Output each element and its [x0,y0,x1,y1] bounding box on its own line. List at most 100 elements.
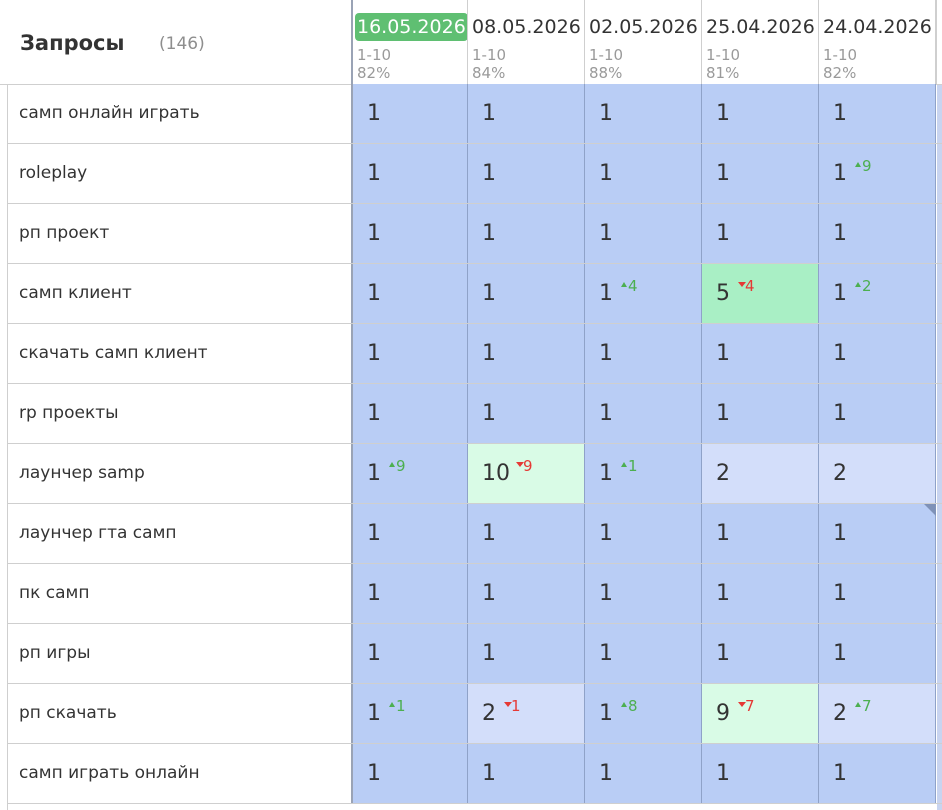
query-text[interactable]: самп клиент [19,264,132,323]
position-cell[interactable]: 1 [702,564,819,623]
query-text[interactable]: скачать самп клиент [19,324,208,383]
position-cell[interactable]: 1 [585,144,702,203]
date-label[interactable]: 24.04.2026 [821,13,934,41]
position-cell[interactable]: 11 [351,684,468,743]
position-cell[interactable]: 1 [351,744,468,803]
position-cell[interactable]: 1 [819,624,936,683]
position-cell[interactable]: 1 [468,744,585,803]
position-cell[interactable]: 1 [351,624,468,683]
position-cell[interactable]: 1 [351,324,468,383]
table-row[interactable]: пк самп 1 1 1 1 1 [8,564,942,624]
table-row[interactable]: самп клиент 1 1 1 4 5 4 1 2 [8,264,942,324]
table-row[interactable]: самп играть онлайн 1 1 1 1 1 [8,744,942,804]
date-label[interactable]: 25.04.2026 [704,13,817,41]
position-cell[interactable]: 19 [819,144,936,203]
query-text[interactable]: rp проекты [19,384,119,443]
position-cell[interactable]: 1 [819,744,936,803]
position-cell[interactable]: 1 [585,504,702,563]
position-cell[interactable]: 1 [351,264,468,323]
position-cell[interactable]: 1 [819,504,936,563]
table-row[interactable]: скачать самп клиент 1 1 1 1 1 [8,324,942,384]
query-text[interactable]: лаунчер samp [19,444,145,503]
position-cell[interactable]: 1 [351,504,468,563]
date-column-header[interactable]: 25.04.2026 1-10 81% [702,0,819,84]
position-cell[interactable]: 1 [819,84,936,143]
position-cell[interactable]: 1 [585,384,702,443]
position-cell[interactable]: 11 [585,444,702,503]
position-cell[interactable]: 2 [819,444,936,503]
position-delta: 1 [628,457,638,475]
table-row[interactable]: самп онлайн играть 1 1 1 1 1 [8,84,942,144]
position-cell[interactable]: 1 [585,624,702,683]
position-value: 1 [599,641,613,666]
position-cell[interactable]: 1 [702,144,819,203]
position-cell[interactable]: 97 [702,684,819,743]
query-text[interactable]: рп скачать [19,684,117,743]
position-cell[interactable]: 18 [585,684,702,743]
position-cell[interactable]: 1 [819,384,936,443]
position-cell[interactable]: 1 [585,84,702,143]
date-column-header[interactable]: 02.05.2026 1-10 88% [585,0,702,84]
position-cell[interactable]: 27 [819,684,936,743]
position-cell[interactable]: 1 [351,144,468,203]
position-cell[interactable]: 1 [351,84,468,143]
query-text[interactable]: самп онлайн играть [19,84,200,143]
table-row[interactable]: rp проекты 1 1 1 1 1 [8,384,942,444]
position-cell[interactable]: 12 [819,264,936,323]
date-column-header[interactable]: 24.04.2026 1-10 82% [819,0,936,84]
position-cell[interactable]: 1 [702,504,819,563]
date-label[interactable]: 16.05.2026 [355,13,467,41]
position-cell[interactable]: 1 [585,744,702,803]
position-cell[interactable]: 1 [351,564,468,623]
position-cell[interactable]: 1 [702,384,819,443]
table-row[interactable]: рп игры 1 1 1 1 1 [8,624,942,684]
date-column-header[interactable]: 16.05.2026 1-10 82% [351,0,468,84]
position-value: 1 [599,401,613,426]
position-cell[interactable]: 1 [702,744,819,803]
position-cell[interactable]: 1 [468,384,585,443]
position-cell[interactable]: 2 [702,444,819,503]
date-column-header[interactable]: 08.05.2026 1-10 84% [468,0,585,84]
position-cell[interactable]: 1 [585,324,702,383]
position-cell[interactable]: 10 9 [468,444,585,503]
position-cell[interactable]: 1 [468,564,585,623]
table-row[interactable]: рп скачать 1 1 2 1 1 8 9 7 2 7 [8,684,942,744]
query-text[interactable]: самп играть онлайн [19,744,200,803]
position-cell[interactable]: 1 [468,264,585,323]
table-row[interactable]: лаунчер гта самп 1 1 1 1 1 [8,504,942,564]
position-cell[interactable]: 14 [585,264,702,323]
position-cell[interactable]: 1 [819,324,936,383]
position-cell[interactable]: 54 [702,264,819,323]
query-text[interactable]: roleplay [19,144,87,203]
date-label[interactable]: 08.05.2026 [470,13,583,41]
position-cell[interactable]: 1 [468,204,585,263]
position-cell[interactable]: 19 [351,444,468,503]
position-cell[interactable]: 1 [585,204,702,263]
position-value: 1 [367,761,381,786]
query-text[interactable]: рп игры [19,624,91,683]
position-cell[interactable]: 1 [468,144,585,203]
position-cell[interactable]: 1 [351,384,468,443]
position-value: 1 [482,341,496,366]
position-cell[interactable]: 1 [702,204,819,263]
position-cell[interactable]: 1 [468,84,585,143]
position-cell[interactable]: 1 [819,564,936,623]
position-cell[interactable]: 1 [819,204,936,263]
table-row[interactable]: лаунчер samp 1 9 10 9 1 1 2 2 [8,444,942,504]
table-row[interactable]: рп проект 1 1 1 1 1 [8,204,942,264]
query-text[interactable]: пк самп [19,564,90,623]
position-cell[interactable]: 1 [351,204,468,263]
query-text[interactable]: лаунчер гта самп [19,504,177,563]
position-cell[interactable]: 1 [702,84,819,143]
position-cell[interactable]: 1 [468,324,585,383]
position-cell[interactable]: 1 [585,564,702,623]
position-cell[interactable]: 21 [468,684,585,743]
position-cell[interactable]: 1 [468,624,585,683]
position-cell[interactable]: 1 [468,504,585,563]
date-label[interactable]: 02.05.2026 [587,13,700,41]
position-cell[interactable]: 1 [702,324,819,383]
date-range: 1-10 [706,46,741,64]
query-text[interactable]: рп проект [19,204,109,263]
position-cell[interactable]: 1 [702,624,819,683]
table-row[interactable]: roleplay 1 1 1 1 1 9 [8,144,942,204]
